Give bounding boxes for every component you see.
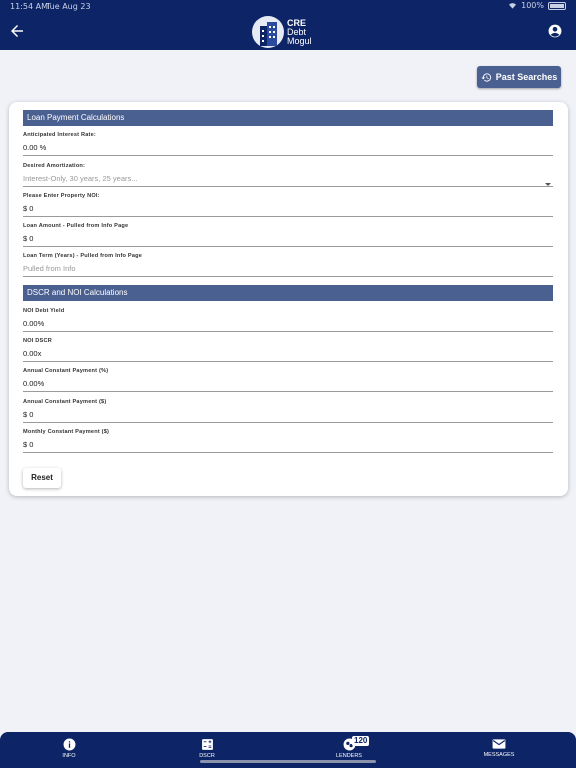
loan-term-field[interactable]: Loan Term (Years) - Pulled from Info Pag…: [23, 253, 553, 277]
amortization-select[interactable]: Desired Amortization: Interest-Only, 30 …: [23, 163, 553, 187]
field-underline: [23, 216, 553, 217]
field-label: Monthly Constant Payment ($): [23, 429, 110, 435]
logo-text: CRE Debt Mogul: [287, 18, 312, 46]
field-underline: [23, 246, 553, 247]
noi-debt-yield-value: 0.00%: [23, 319, 45, 328]
field-underline: [23, 391, 553, 392]
noi-dscr-value: 0.00x: [23, 349, 42, 358]
nav-label: INFO: [62, 753, 76, 759]
account-circle-icon[interactable]: [548, 24, 562, 38]
field-underline: [23, 155, 553, 156]
nav-lenders[interactable]: 120 LENDERS: [319, 736, 379, 759]
logo-line: Mogul: [287, 35, 312, 46]
field-label: Loan Amount - Pulled from Info Page: [23, 223, 129, 229]
monthly-constant-field: Monthly Constant Payment ($) $ 0: [23, 429, 553, 453]
annual-constant-dollar-field: Annual Constant Payment ($) $ 0: [23, 399, 553, 423]
nav-messages[interactable]: MESSAGES: [469, 738, 529, 758]
amortization-placeholder[interactable]: Interest-Only, 30 years, 25 years...: [23, 174, 553, 184]
field-label: NOI Debt Yield: [23, 308, 65, 314]
field-underline: [23, 422, 553, 423]
field-label: Please Enter Property NOI:: [23, 193, 100, 199]
field-label: Annual Constant Payment ($): [23, 399, 107, 405]
interest-rate-input[interactable]: 0.00 %: [23, 143, 553, 153]
loan-term-input[interactable]: Pulled from Info: [23, 264, 553, 274]
history-icon: [481, 72, 491, 82]
reset-button[interactable]: Reset: [23, 468, 61, 488]
annual-constant-pct-value: 0.00%: [23, 379, 45, 388]
loan-amount-field[interactable]: Loan Amount - Pulled from Info Page $ 0: [23, 223, 553, 247]
nav-dscr[interactable]: DSCR: [177, 738, 237, 759]
field-underline: [23, 276, 553, 277]
status-date: Tue Aug 23: [46, 2, 91, 11]
mail-icon: [492, 739, 506, 749]
lenders-count-badge: 120: [352, 736, 370, 746]
home-indicator: [200, 760, 376, 763]
app-logo: CRE Debt Mogul: [252, 16, 322, 48]
loan-section-header: Loan Payment Calculations: [23, 110, 553, 126]
loan-amount-input[interactable]: $ 0: [23, 234, 553, 244]
field-label: Desired Amortization:: [23, 163, 86, 169]
top-bar: 11:54 AM Tue Aug 23 100% CRE Debt Mogul: [0, 0, 576, 50]
field-underline: [23, 452, 553, 453]
nav-label: DSCR: [199, 753, 215, 759]
status-time: 11:54 AM: [10, 2, 48, 11]
past-searches-label: Past Searches: [495, 72, 558, 82]
calculator-icon: [201, 739, 213, 750]
wifi-icon: [509, 3, 517, 9]
calculator-card: Loan Payment Calculations Anticipated In…: [9, 102, 568, 496]
nav-info[interactable]: INFO: [39, 738, 99, 759]
property-noi-input[interactable]: $ 0: [23, 204, 553, 214]
status-indicators: 100%: [508, 1, 566, 10]
dropdown-arrow-icon[interactable]: [545, 183, 551, 186]
annual-constant-dollar-value: $ 0: [23, 410, 34, 419]
annual-constant-pct-field: Annual Constant Payment (%) 0.00%: [23, 368, 553, 392]
property-noi-field[interactable]: Please Enter Property NOI: $ 0: [23, 193, 553, 217]
noi-dscr-field: NOI DSCR 0.00x: [23, 338, 553, 362]
battery-percent: 100%: [521, 1, 544, 10]
noi-debt-yield-field: NOI Debt Yield 0.00%: [23, 308, 553, 332]
past-searches-button[interactable]: Past Searches: [477, 66, 561, 88]
field-underline: [23, 361, 553, 362]
nav-label: LENDERS: [336, 753, 362, 759]
arrow-left-icon[interactable]: [8, 22, 26, 40]
monthly-constant-value: $ 0: [23, 440, 34, 449]
field-label: Anticipated Interest Rate:: [23, 132, 96, 138]
info-icon: [63, 738, 75, 751]
field-underline: [23, 331, 553, 332]
field-label: Loan Term (Years) - Pulled from Info Pag…: [23, 253, 143, 259]
field-label: NOI DSCR: [23, 338, 52, 344]
field-underline: [23, 186, 553, 187]
dscr-section-header: DSCR and NOI Calculations: [23, 285, 553, 301]
nav-label: MESSAGES: [483, 752, 515, 758]
battery-icon: [548, 1, 566, 10]
interest-rate-field[interactable]: Anticipated Interest Rate: 0.00 %: [23, 132, 553, 156]
field-label: Annual Constant Payment (%): [23, 368, 109, 374]
building-logo-icon: [252, 16, 284, 48]
